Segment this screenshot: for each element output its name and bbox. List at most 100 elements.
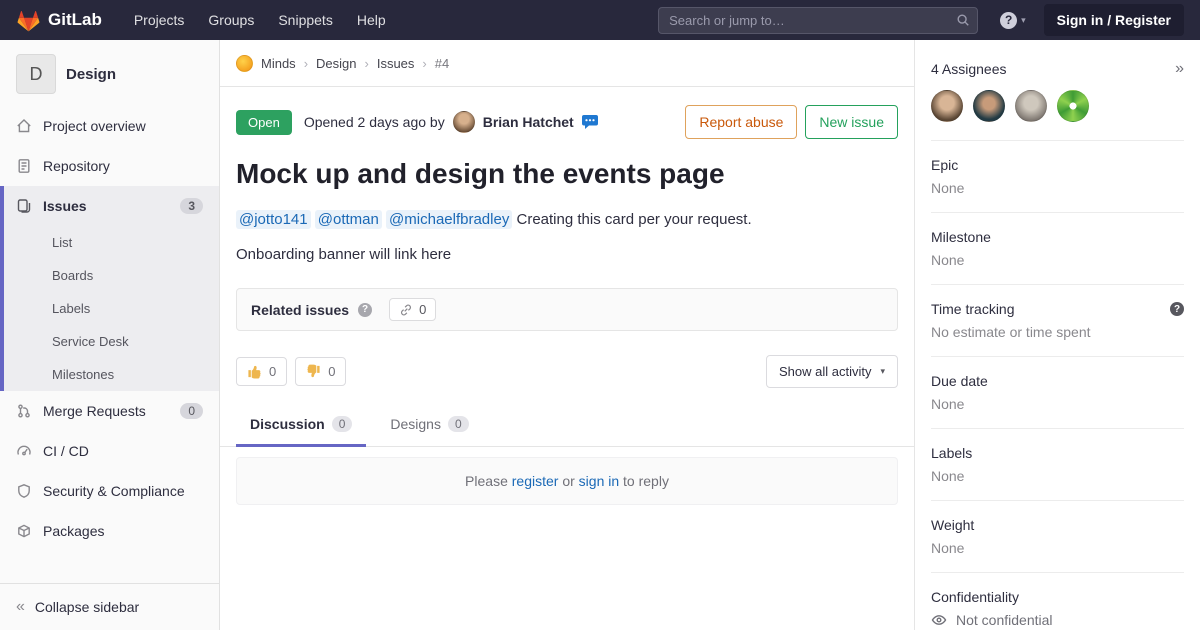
sign-in-register-button[interactable]: Sign in / Register [1044, 4, 1184, 36]
assignees-header: 4 Assignees » [931, 40, 1184, 78]
assignee-avatar[interactable] [1015, 90, 1047, 122]
sidebar-item-project-overview[interactable]: Project overview [0, 106, 219, 146]
primary-nav: Projects Groups Snippets Help [134, 12, 386, 28]
sidebar-item-packages[interactable]: Packages [0, 511, 219, 551]
tab-discussion-count: 0 [332, 416, 353, 432]
discussion-tabs: Discussion 0 Designs 0 [220, 404, 914, 447]
breadcrumb-separator: › [422, 56, 426, 71]
project-sidebar: D Design Project overview Repository Iss… [0, 40, 220, 630]
activity-filter-label: Show all activity [779, 364, 871, 379]
ci-cd-icon [16, 443, 32, 459]
tab-designs[interactable]: Designs 0 [376, 404, 482, 447]
breadcrumb-group[interactable]: Minds [261, 56, 296, 71]
sidebar-item-label: Security & Compliance [43, 483, 185, 499]
activity-filter-dropdown[interactable]: Show all activity ▾ [766, 355, 898, 388]
author-avatar[interactable] [453, 111, 475, 133]
eye-icon [931, 612, 947, 628]
sign-in-link[interactable]: sign in [579, 473, 619, 489]
brand-name: GitLab [48, 10, 102, 30]
issue-title: Mock up and design the events page [236, 157, 898, 191]
project-header: D Design [0, 40, 219, 106]
awards-row: 0 0 Show all activity ▾ [236, 355, 898, 388]
section-value: Not confidential [956, 612, 1053, 628]
section-value: None [931, 396, 1184, 412]
gitlab-logo[interactable]: GitLab [16, 8, 102, 33]
search-box [658, 7, 978, 34]
nav-projects[interactable]: Projects [134, 12, 185, 28]
opened-meta: Opened 2 days ago by [304, 114, 445, 130]
sidebar-nav: Project overview Repository Issues 3 Lis… [0, 106, 219, 551]
top-navbar: GitLab Projects Groups Snippets Help ? ▾… [0, 0, 1200, 40]
section-label: Epic [931, 157, 958, 173]
assignees-avatars [931, 78, 1184, 141]
sidebar-item-issues[interactable]: Issues 3 [4, 186, 219, 226]
assignee-avatar[interactable] [931, 90, 963, 122]
collapse-sidebar-button[interactable]: « Collapse sidebar [0, 583, 219, 630]
breadcrumb-current: #4 [435, 56, 449, 71]
chat-bubble-icon [582, 115, 598, 129]
sidebar-subitem-milestones[interactable]: Milestones [4, 358, 219, 391]
section-value: None [931, 540, 1184, 556]
breadcrumb-issues[interactable]: Issues [377, 56, 415, 71]
sidebar-item-label: Repository [43, 158, 110, 174]
help-menu[interactable]: ? ▾ [1000, 12, 1026, 29]
sidebar-item-merge-requests[interactable]: Merge Requests 0 [0, 391, 219, 431]
chevron-down-icon: ▾ [880, 366, 885, 377]
thumbs-down-button[interactable]: 0 [295, 357, 346, 386]
sidebar-item-repository[interactable]: Repository [0, 146, 219, 186]
tanuki-icon [16, 8, 41, 33]
merge-requests-count-badge: 0 [180, 403, 203, 419]
issues-count-badge: 3 [180, 198, 203, 214]
sidebar-subitem-service-desk[interactable]: Service Desk [4, 325, 219, 358]
tab-discussion-label: Discussion [250, 416, 325, 432]
section-value: None [931, 180, 1184, 196]
section-label: Milestone [931, 229, 991, 245]
assignee-avatar[interactable] [1057, 90, 1089, 122]
help-icon[interactable]: ? [358, 303, 372, 317]
chevron-double-right-icon[interactable]: » [1175, 60, 1184, 78]
nav-snippets[interactable]: Snippets [278, 12, 332, 28]
report-abuse-button[interactable]: Report abuse [685, 105, 797, 139]
tab-discussion[interactable]: Discussion 0 [236, 404, 366, 447]
sidebar-item-label: Issues [43, 198, 87, 214]
thumbs-up-button[interactable]: 0 [236, 357, 287, 386]
section-label: Weight [931, 517, 974, 533]
sidebar-section-weight: Weight None [931, 501, 1184, 573]
project-name[interactable]: Design [66, 66, 116, 83]
sidebar-item-label: Merge Requests [43, 403, 146, 419]
sidebar-subitem-list[interactable]: List [4, 226, 219, 259]
nav-help[interactable]: Help [357, 12, 386, 28]
status-badge: Open [236, 110, 292, 135]
group-avatar[interactable] [236, 55, 253, 72]
nav-groups[interactable]: Groups [208, 12, 254, 28]
thumbs-down-icon [306, 364, 321, 379]
project-avatar[interactable]: D [16, 54, 56, 94]
mention-link[interactable]: @jotto141 [236, 210, 311, 229]
breadcrumb-separator: › [304, 56, 308, 71]
sidebar-item-security-compliance[interactable]: Security & Compliance [0, 471, 219, 511]
author-name[interactable]: Brian Hatchet [483, 114, 574, 130]
section-value: None [931, 252, 1184, 268]
sidebar-subitem-labels[interactable]: Labels [4, 292, 219, 325]
new-issue-button[interactable]: New issue [805, 105, 898, 139]
breadcrumb-project[interactable]: Design [316, 56, 356, 71]
sidebar-subitem-boards[interactable]: Boards [4, 259, 219, 292]
mention-link[interactable]: @michaelfbradley [386, 210, 512, 229]
assignees-title: 4 Assignees [931, 61, 1007, 77]
search-input[interactable] [658, 7, 978, 34]
merge-request-icon [16, 403, 32, 419]
shield-icon [16, 483, 32, 499]
register-link[interactable]: register [512, 473, 559, 489]
package-icon [16, 523, 32, 539]
help-icon[interactable]: ? [1170, 302, 1184, 316]
sidebar-active-group: Issues 3 List Boards Labels Service Desk… [0, 186, 219, 391]
assignee-avatar[interactable] [973, 90, 1005, 122]
sidebar-section-epic: Epic None [931, 141, 1184, 213]
sidebar-section-time-tracking: Time tracking ? No estimate or time spen… [931, 285, 1184, 357]
thumbs-down-count: 0 [328, 364, 335, 379]
collapse-sidebar-label: Collapse sidebar [35, 599, 139, 615]
section-value: No estimate or time spent [931, 324, 1184, 340]
mention-link[interactable]: @ottman [315, 210, 382, 229]
sidebar-item-ci-cd[interactable]: CI / CD [0, 431, 219, 471]
sidebar-section-confidentiality: Confidentiality Not confidential [931, 573, 1184, 630]
